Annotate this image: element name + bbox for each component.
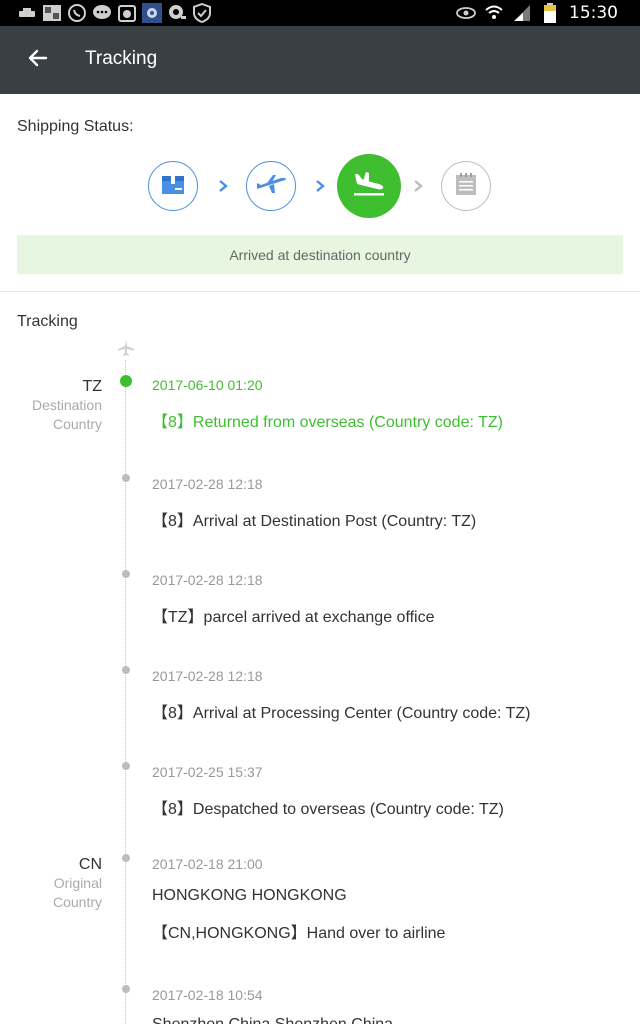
timeline-line	[125, 360, 126, 1024]
search-app-icon	[166, 3, 188, 23]
page-title: Tracking	[85, 48, 158, 69]
wifi-icon	[483, 3, 505, 23]
document-icon	[452, 170, 480, 202]
event-description: Shenzhen China Shenzhen China	[152, 1016, 393, 1024]
plane-icon	[117, 339, 135, 357]
country-label: Original	[53, 875, 102, 891]
clock: 15:30	[569, 3, 618, 23]
timeline-dot	[122, 854, 130, 862]
step-arrived	[337, 154, 401, 218]
shipping-status-label: Shipping Status:	[17, 118, 134, 135]
system-indicators: 15:30	[455, 3, 618, 23]
plane-takeoff-icon	[255, 173, 287, 199]
battery-icon	[539, 3, 561, 23]
event-description: 【8】Arrival at Destination Post (Country:…	[152, 513, 477, 530]
country-group-origin: CN Original Country	[53, 856, 102, 912]
tracking-title: Tracking	[17, 313, 78, 330]
step-departed	[246, 161, 296, 211]
timeline-dot	[122, 474, 130, 482]
step-packaged	[148, 161, 198, 211]
usb-icon	[16, 3, 38, 23]
shipping-steps	[0, 154, 640, 218]
country-label: Country	[52, 894, 102, 910]
status-bar: 15:30	[0, 0, 640, 26]
screenshot-icon	[116, 3, 138, 23]
chevron-right-icon	[313, 177, 327, 195]
timeline-dot	[122, 666, 130, 674]
shipping-status-banner: Arrived at destination country	[17, 235, 623, 274]
shield-check-icon	[191, 3, 213, 23]
timeline-dot-current	[120, 375, 132, 387]
event-time: 2017-06-10 01:20	[152, 377, 263, 393]
event-description: 【CN,HONGKONG】Hand over to airline	[152, 925, 446, 942]
timeline-dot	[122, 762, 130, 770]
event-description: 【8】Returned from overseas (Country code:…	[152, 414, 503, 431]
event-time: 2017-02-28 12:18	[152, 476, 263, 492]
timeline-dot	[122, 985, 130, 993]
signal-icon	[511, 3, 533, 23]
event-time: 2017-02-28 12:18	[152, 572, 263, 588]
event-time: 2017-02-18 10:54	[152, 987, 263, 1003]
country-group-destination: TZ Destination Country	[32, 378, 102, 434]
plane-landing-icon	[351, 170, 387, 202]
event-description: 【8】Arrival at Processing Center (Country…	[152, 705, 531, 722]
country-label: Destination	[31, 397, 102, 413]
event-description: 【TZ】parcel arrived at exchange office	[152, 609, 435, 626]
step-delivered	[441, 161, 491, 211]
whatsapp-icon	[66, 3, 88, 23]
chat-icon	[91, 3, 113, 23]
country-code: TZ	[82, 378, 102, 395]
timeline-dot	[122, 570, 130, 578]
flower-app-icon	[141, 3, 163, 23]
event-time: 2017-02-25 15:37	[152, 764, 263, 780]
event-time: 2017-02-18 21:00	[152, 856, 263, 872]
country-label: Country	[52, 416, 102, 432]
shipping-status-section: Shipping Status: Arrived at destination …	[0, 94, 640, 292]
back-button[interactable]	[22, 46, 54, 74]
chevron-right-icon	[216, 177, 230, 195]
event-description: HONGKONG HONGKONG	[152, 887, 347, 904]
event-description: 【8】Despatched to overseas (Country code:…	[152, 801, 504, 818]
notification-icons	[16, 3, 213, 23]
image-icon	[41, 3, 63, 23]
country-code: CN	[78, 856, 102, 873]
package-icon	[159, 170, 187, 202]
chevron-right-icon	[411, 177, 425, 195]
app-bar: Tracking	[0, 26, 640, 94]
event-time: 2017-02-28 12:18	[152, 668, 263, 684]
eye-icon	[455, 3, 477, 23]
arrow-left-icon	[28, 49, 48, 71]
